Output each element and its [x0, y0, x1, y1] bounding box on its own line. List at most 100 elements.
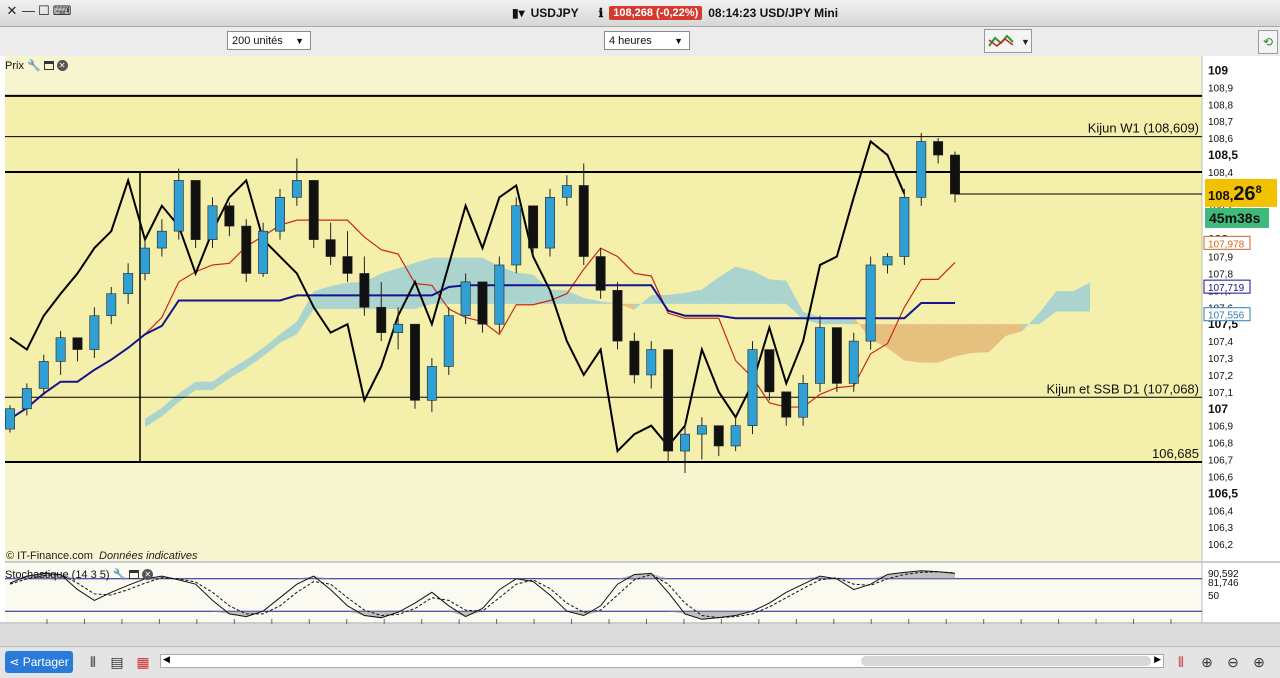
price-tick-label: 108,8 [1208, 100, 1233, 111]
candle-body [106, 293, 117, 317]
countdown-text: 45m38s [1209, 210, 1261, 226]
stoch-tick-label: 50 [1208, 591, 1220, 602]
period-select-value: 4 heures [609, 35, 652, 47]
info-icon[interactable]: ℹ [599, 6, 604, 20]
price-tick-label: 106,5 [1208, 486, 1238, 500]
ichimoku-cloud-segment [971, 324, 989, 353]
level-label: Kijun W1 (108,609) [1088, 121, 1199, 136]
candle-body [730, 425, 741, 447]
scroll-thumb[interactable] [861, 656, 1151, 666]
ichimoku-cloud-segment [195, 381, 213, 391]
candle-body [764, 349, 775, 393]
candle-body [393, 323, 404, 333]
candle-body [325, 239, 336, 257]
ichimoku-cloud-segment [769, 279, 787, 304]
zoom-out-icon[interactable]: ⊖ [1224, 653, 1242, 671]
price-tick-label: 106,6 [1208, 472, 1233, 483]
zoom-fit-icon[interactable]: ⊕ [1198, 653, 1216, 671]
candle-body [713, 425, 724, 447]
price-tick-label: 106,8 [1208, 439, 1233, 450]
candle-body [426, 366, 437, 401]
candle-body [38, 361, 49, 389]
scroll-right-icon[interactable]: ▶ [1154, 654, 1161, 665]
axis-value-tag-text: 107,556 [1208, 311, 1245, 322]
chevron-down-icon: ▼ [674, 36, 683, 46]
candle-body [224, 205, 235, 227]
candle-body [89, 315, 100, 350]
minimize-window-icon[interactable]: — [22, 4, 35, 17]
stoch-panel-label: Stochastique (14 3 5) [5, 568, 110, 581]
candle-body [72, 337, 83, 350]
candle-body [494, 264, 505, 325]
candle-body [612, 290, 623, 342]
keyboard-icon[interactable]: ⌨ [52, 4, 72, 17]
ichimoku-cloud-segment [938, 324, 955, 363]
candle-body [831, 327, 842, 384]
window-icon[interactable] [43, 61, 54, 70]
units-select[interactable]: 200 unités ▼ [227, 31, 311, 50]
close-window-icon[interactable]: ✕ [6, 4, 18, 17]
candle-body [342, 256, 353, 274]
price-change-badge: 108,268 (-0,22%) [609, 6, 703, 20]
wrench-icon[interactable]: 🔧 [113, 568, 127, 581]
data-list-icon[interactable]: ▤ [108, 653, 126, 671]
wrench-icon[interactable]: 🔧 [27, 59, 41, 72]
chart-toolbar: 200 unités ▼ 4 heures ▼ ▼ ⟲ [0, 27, 1280, 57]
level-label: Kijun et SSB D1 (107,068) [1047, 381, 1199, 396]
indicators-button[interactable]: ▼ [984, 29, 1032, 53]
candle-body [815, 327, 825, 384]
chart-svg[interactable]: Kijun W1 (108,609) Kijun et SSB D1 (107,0… [0, 56, 1280, 640]
title-time-label: 08:14:23 USD/JPY Mini [708, 6, 839, 20]
price-tick-label: 106,7 [1208, 456, 1233, 467]
price-tick-label: 108,7 [1208, 117, 1233, 128]
candle-body [55, 337, 66, 362]
close-panel-icon[interactable]: ✕ [142, 569, 154, 580]
watermark-source: © IT-Finance.com [6, 550, 93, 562]
candle-body [275, 197, 285, 232]
ichimoku-cloud-segment [955, 324, 972, 357]
window-titlebar: ✕ — ☐ ⌨ ▮▾ USDJPY ℹ 108,268 (-0,22%) 08:… [0, 0, 1280, 27]
chart-area[interactable]: Kijun W1 (108,609) Kijun et SSB D1 (107,0… [0, 56, 1280, 640]
candle-body [545, 197, 555, 249]
watermark: © IT-Finance.com Données indicatives [6, 550, 197, 562]
period-select[interactable]: 4 heures ▼ [604, 31, 690, 50]
drawing-tools-icon[interactable]: ⟲ [1258, 30, 1278, 54]
candle-body [359, 273, 370, 308]
maximize-window-icon[interactable]: ☐ [38, 4, 50, 17]
candle-body [258, 230, 269, 274]
order-icon[interactable]: ▮▾ [512, 6, 525, 20]
candle-body [207, 205, 218, 240]
candle-body [578, 185, 589, 257]
price-tick-label: 106,2 [1208, 540, 1233, 551]
candle-body [848, 340, 859, 384]
share-button-label: Partager [22, 655, 69, 669]
price-tick-label: 106,4 [1208, 506, 1233, 517]
candle-body [798, 383, 809, 418]
price-tick-label: 108,6 [1208, 134, 1233, 145]
candles-view-icon[interactable]: ⫴ [84, 653, 102, 671]
candle-body [190, 180, 201, 240]
candle-body [460, 281, 471, 317]
candle-body [443, 315, 454, 367]
price-tick-label: 107,8 [1208, 269, 1233, 280]
price-tick-label: 108,5 [1208, 148, 1238, 162]
ichimoku-cloud-segment [1056, 291, 1074, 312]
candle-type-icon[interactable]: ⫴ [1172, 653, 1190, 671]
close-panel-icon[interactable]: ✕ [56, 60, 68, 71]
candle-body [410, 323, 420, 401]
window-title: ▮▾ USDJPY ℹ 108,268 (-0,22%) 08:14:23 US… [512, 4, 838, 22]
scroll-left-icon[interactable]: ◀ [163, 654, 170, 665]
candle-body [680, 433, 690, 452]
indicator-list-icon[interactable]: ▦ [134, 653, 152, 671]
price-tick-label: 107,3 [1208, 354, 1233, 365]
price-tick-label: 107,2 [1208, 371, 1233, 382]
share-button[interactable]: ⋖ Partager [5, 651, 73, 673]
chart-scrollbar[interactable]: ◀ ▶ [160, 654, 1164, 668]
candle-body [561, 185, 572, 198]
candle-body [140, 247, 150, 274]
axis-value-tag-text: 107,978 [1208, 239, 1245, 250]
ichimoku-cloud-segment [735, 266, 753, 304]
zoom-in-icon[interactable]: ⊕ [1250, 653, 1268, 671]
symbol-label[interactable]: USDJPY [531, 6, 579, 20]
window-icon[interactable] [129, 570, 140, 579]
